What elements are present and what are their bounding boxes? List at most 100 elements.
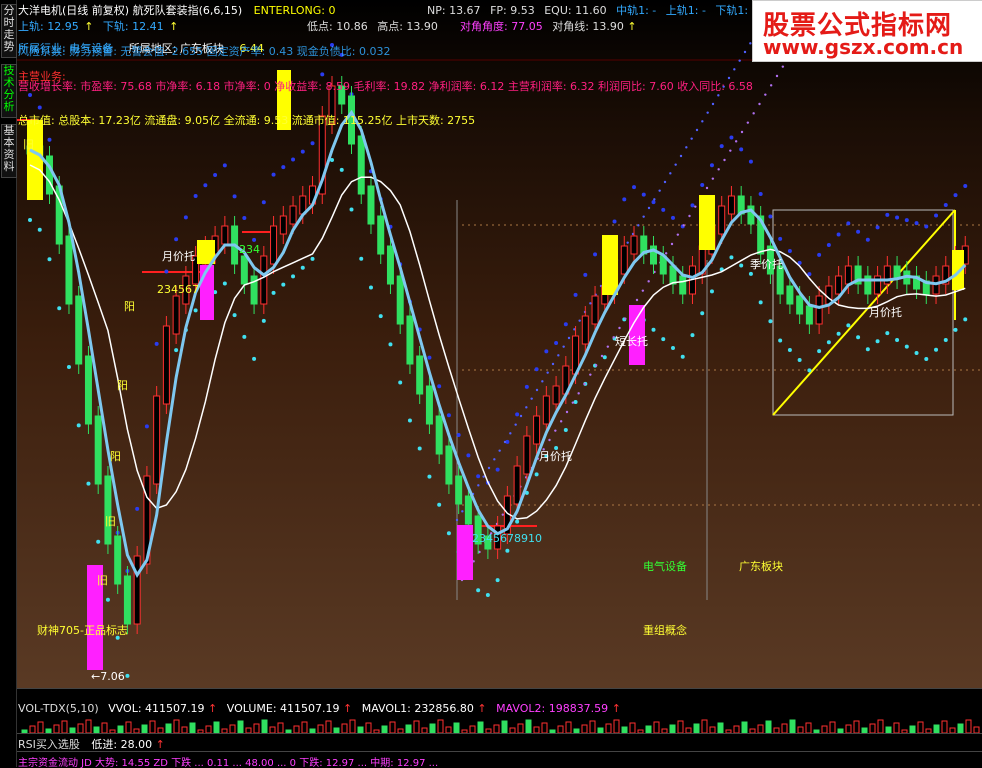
guide-dot <box>624 317 627 320</box>
signal-candle <box>699 195 715 250</box>
volume-bar <box>165 723 172 733</box>
sar-dot <box>768 214 773 219</box>
volume-bar <box>565 721 572 733</box>
guide-dot <box>562 345 565 348</box>
guide-dot <box>487 466 491 470</box>
sar-dot <box>398 380 403 385</box>
guide-dot <box>525 406 528 409</box>
sar-dot <box>807 368 812 373</box>
volume-bar <box>317 724 324 733</box>
guide-dot <box>653 198 656 201</box>
sar-dot <box>456 433 461 438</box>
guide-dot <box>477 484 480 487</box>
volume-bar <box>469 725 476 733</box>
guide-dot <box>535 388 539 392</box>
sar-dot <box>865 347 870 352</box>
sar-dot <box>856 229 861 234</box>
sar-dot <box>368 285 373 290</box>
guide-dot <box>461 510 464 513</box>
sar-dot <box>953 193 958 198</box>
volume-bar <box>957 723 964 733</box>
volume-bar <box>277 722 284 733</box>
candle-body <box>172 295 180 335</box>
watermark-url: www.gszx.com.cn <box>763 35 964 59</box>
tab-technical[interactable]: 技术分析 <box>1 64 17 118</box>
sar-dot <box>612 219 617 224</box>
signal-candle <box>457 525 473 580</box>
volume-bar <box>645 725 652 733</box>
label-jiu-2: 旧 <box>105 515 116 528</box>
volume-bar <box>325 720 332 733</box>
candle-body <box>386 245 394 285</box>
header-line-7: 总市值: 总股本: 17.23亿 流通盘: 9.05亿 全流通: 9.53 流通… <box>18 114 476 127</box>
guide-dot <box>578 319 581 322</box>
sar-dot <box>963 183 968 188</box>
guide-dot <box>647 280 650 283</box>
sar-dot <box>495 578 500 583</box>
tab-fundamental[interactable]: 基本资料 <box>1 124 17 178</box>
sar-dot <box>661 207 666 212</box>
volume-bar <box>789 719 796 733</box>
volume-bar <box>909 725 916 733</box>
volume-bar <box>149 720 156 733</box>
guide-dot <box>557 354 560 357</box>
volume-panel[interactable]: VOL-TDX(5,10) VVOL: 411507.19 ↑ VOLUME: … <box>17 688 982 734</box>
guide-dot <box>769 84 773 87</box>
guide-dot <box>670 242 674 246</box>
guide-dot <box>478 550 481 554</box>
header-line-2: 上轨: 12.95 ↑ 下轨: 12.41 ↑ <box>18 20 179 33</box>
volume-bar <box>517 723 524 733</box>
volume-bar <box>301 721 308 733</box>
candle-body <box>114 535 122 585</box>
volume-bar <box>293 725 300 733</box>
guide-dot <box>764 93 767 96</box>
volume-bar <box>253 723 260 733</box>
guide-dot <box>647 206 651 210</box>
candle-body <box>75 295 83 365</box>
sar-dot <box>875 225 880 230</box>
volume-bar <box>605 723 612 733</box>
volume-bar <box>653 721 660 733</box>
tab-fenshi[interactable]: 分时走势 <box>1 4 17 58</box>
sar-dot <box>242 334 247 339</box>
candle-body <box>416 355 424 395</box>
volume-bar <box>965 719 972 733</box>
sar-dot <box>895 337 900 342</box>
volume-bar <box>829 721 836 733</box>
sar-dot <box>515 519 520 524</box>
label-caishen: 财神705-正品标志 <box>37 624 128 637</box>
sar-dot <box>846 323 851 328</box>
volume-bar <box>237 720 244 733</box>
guide-dot <box>682 224 685 227</box>
volume-bar <box>37 721 44 733</box>
candle-body <box>162 325 170 405</box>
sar-dot <box>466 453 471 458</box>
label-seq-1: 234567 <box>157 283 199 296</box>
sar-dot <box>164 269 169 274</box>
guide-dot <box>676 233 680 236</box>
sar-dot <box>622 197 627 202</box>
sar-dot <box>47 137 52 142</box>
sar-dot <box>885 331 890 336</box>
candle-body <box>445 445 453 485</box>
guide-dot <box>559 420 563 423</box>
sar-dot <box>651 327 656 332</box>
main-chart[interactable]: 大洋电机(日线 前复权) 航死队套装指(6,6,15) ENTERLONG: 0… <box>17 0 982 688</box>
volume-bar <box>493 724 500 733</box>
guide-dot <box>723 158 726 162</box>
bottom-panel[interactable]: 主宗资金流动 JD 大势: 14.55 ZD 下跌 ... 0.11 ... 4… <box>17 751 982 768</box>
sar-dot <box>388 342 393 347</box>
volume-bar <box>413 720 420 733</box>
sar-dot <box>193 194 198 199</box>
sar-dot <box>914 350 919 355</box>
volume-bar <box>629 722 636 733</box>
guide-dot <box>554 429 557 432</box>
sar-dot <box>203 183 208 188</box>
volume-bar <box>821 725 828 733</box>
sar-dot <box>690 203 695 208</box>
volume-bar <box>733 725 740 733</box>
candle-body <box>523 435 531 475</box>
candle-body <box>65 235 73 305</box>
sar-dot <box>125 673 130 678</box>
rsi-panel[interactable]: RSI买入选股 低进: 28.00 ↑ <box>17 733 982 752</box>
